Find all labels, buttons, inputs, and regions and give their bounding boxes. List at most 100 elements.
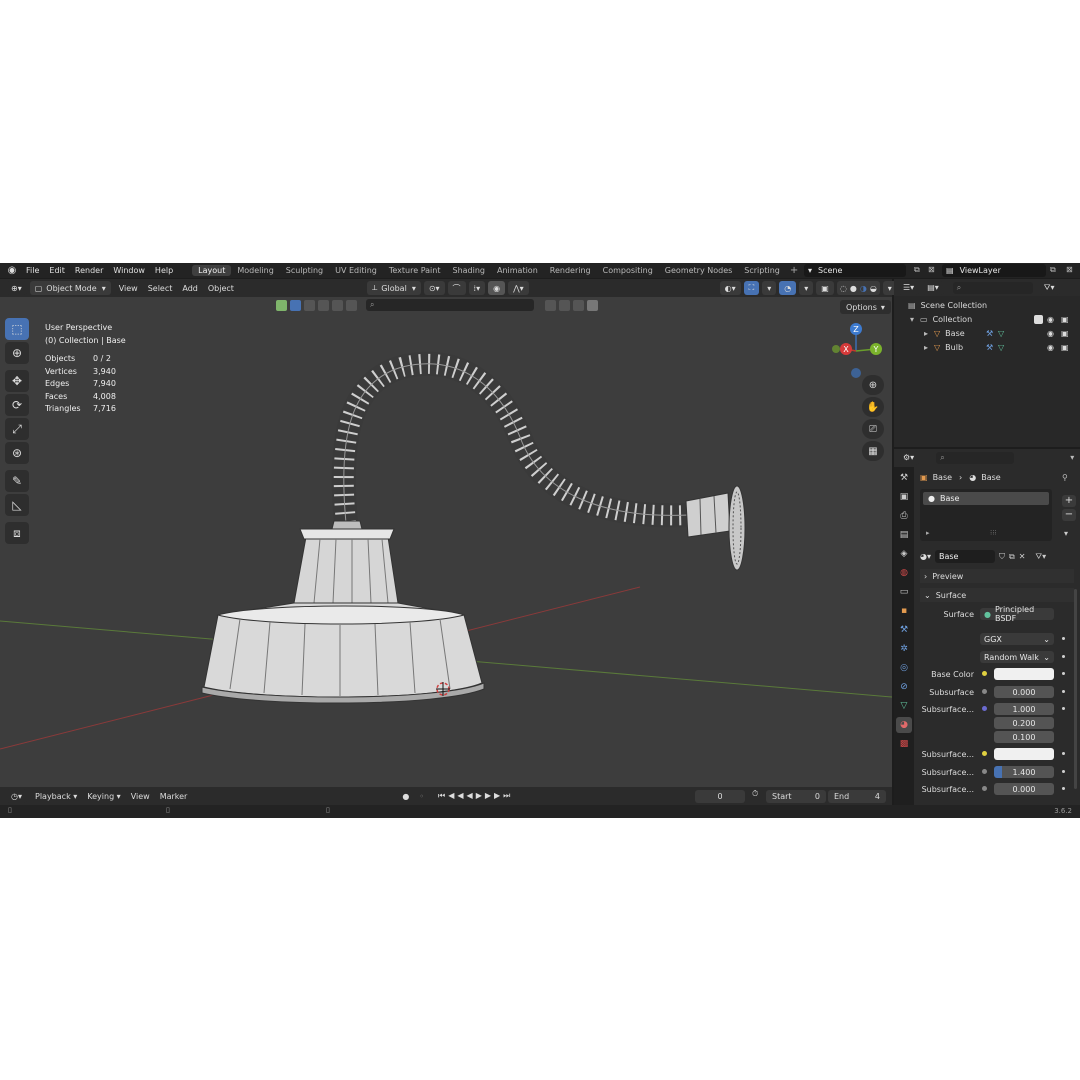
socket-float-icon[interactable]	[982, 689, 987, 694]
sort-icon[interactable]	[573, 299, 584, 311]
zoom-icon[interactable]: ⊕	[862, 375, 884, 395]
menu-edit[interactable]: Edit	[44, 266, 70, 275]
transform-tool-icon[interactable]: ⊛	[5, 442, 29, 464]
menu-playback[interactable]: Playback ▾	[30, 792, 82, 801]
scale-tool-icon[interactable]: ⤢	[5, 418, 29, 440]
stopwatch-icon[interactable]: ⏱	[752, 789, 758, 799]
menu-help[interactable]: Help	[150, 266, 178, 275]
navigation-gizmo[interactable]: Z Y X	[828, 319, 888, 379]
transform-orientation-dropdown[interactable]: ⟂ Global ▾	[366, 281, 421, 295]
mesh-data-icon[interactable]: ▽	[998, 329, 1004, 338]
tab-shading[interactable]: Shading	[446, 265, 491, 276]
base-color-swatch[interactable]	[994, 668, 1054, 680]
viewport-search-input[interactable]: ⌕	[366, 299, 534, 311]
render-tab-icon[interactable]: ▣	[896, 489, 912, 505]
pin-icon[interactable]: ⚲	[1062, 473, 1068, 482]
subsurface-field[interactable]: 0.000	[994, 686, 1054, 698]
menu-file[interactable]: File	[21, 266, 44, 275]
subsurface-radius-y-field[interactable]: 0.200	[994, 717, 1054, 729]
tab-sculpting[interactable]: Sculpting	[280, 265, 329, 276]
select-box-tool-icon[interactable]: ⬚	[5, 318, 29, 340]
record-options-icon[interactable]: ◦	[419, 792, 424, 801]
visibility-dropdown[interactable]: ◐▾	[719, 281, 741, 295]
select-extend-icon[interactable]	[304, 299, 315, 311]
exclude-checkbox[interactable]	[1034, 315, 1043, 324]
options-button[interactable]: Options ▾	[840, 300, 891, 314]
tab-uv-editing[interactable]: UV Editing	[329, 265, 383, 276]
tab-layout[interactable]: Layout	[192, 265, 232, 276]
fake-user-shield-icon[interactable]: ⛉	[999, 552, 1005, 562]
object-tab-icon[interactable]: ▪	[896, 603, 912, 619]
preview-panel-header[interactable]: › Preview	[920, 569, 1074, 583]
annotate-tool-icon[interactable]: ✎	[5, 470, 29, 492]
view-layer-selector[interactable]: ▤ ViewLayer	[942, 264, 1046, 277]
end-frame-field[interactable]: End 4	[828, 789, 886, 803]
surface-shader-selector[interactable]: ● Principled BSDF	[980, 605, 1054, 623]
tab-scripting[interactable]: Scripting	[738, 265, 786, 276]
modifier-wrench-icon[interactable]: ⚒	[986, 343, 993, 352]
scene-selector[interactable]: ▾ Scene	[804, 264, 906, 277]
socket-vector-icon[interactable]	[982, 706, 987, 711]
keyframe-dot[interactable]	[1062, 655, 1065, 658]
tab-texture-paint[interactable]: Texture Paint	[383, 265, 447, 276]
delete-view-layer-icon[interactable]: ⊠	[1066, 265, 1073, 274]
menu-add[interactable]: Add	[177, 284, 203, 293]
keyframe-dot[interactable]	[1062, 672, 1065, 675]
particles-tab-icon[interactable]: ✲	[896, 641, 912, 657]
chevron-right-icon[interactable]: ▸	[924, 329, 928, 338]
add-cube-tool-icon[interactable]: ⧈	[5, 522, 29, 544]
gizmo-toggle[interactable]: ⛶	[743, 281, 760, 295]
select-subtract-icon[interactable]	[318, 299, 329, 311]
menu-timeline-view[interactable]: View	[126, 792, 155, 801]
eye-icon[interactable]: ◉	[1047, 315, 1054, 324]
view-filter-icon[interactable]	[545, 299, 556, 311]
modifier-tab-icon[interactable]: ⚒	[896, 622, 912, 638]
select-box-icon[interactable]	[290, 299, 301, 311]
filter-funnel-icon[interactable]	[587, 299, 598, 311]
duplicate-material-icon[interactable]: ⧉	[1009, 552, 1015, 562]
new-view-layer-icon[interactable]: ⧉	[1050, 265, 1056, 275]
view-layer-tab-icon[interactable]: ▤	[896, 527, 912, 543]
keyframe-dot[interactable]	[1062, 787, 1065, 790]
rendered-shading-icon[interactable]: ◒	[870, 284, 877, 293]
proportional-falloff-dropdown[interactable]: ⋀▾	[508, 281, 529, 295]
socket-color-icon[interactable]	[982, 751, 987, 756]
xray-toggle[interactable]: ▣	[816, 281, 834, 295]
editor-type-icon[interactable]: ⊕▾	[6, 281, 27, 295]
socket-float-icon[interactable]	[982, 769, 987, 774]
outliner-filter-icon[interactable]: ⛛▾	[1038, 280, 1060, 295]
overlay-dropdown[interactable]: ▾	[799, 281, 814, 295]
keyframe-dot[interactable]	[1062, 707, 1065, 710]
material-filter-icon[interactable]: ⛛▾	[1035, 552, 1046, 562]
perspective-grid-icon[interactable]: ▦	[862, 441, 884, 461]
constraints-tab-icon[interactable]: ⊘	[896, 679, 912, 695]
menu-select[interactable]: Select	[143, 284, 178, 293]
wireframe-shading-icon[interactable]: ◌	[840, 284, 847, 293]
subsurface-anisotropy-field[interactable]: 0.000	[994, 783, 1054, 795]
restrict-columns-icon[interactable]	[559, 299, 570, 311]
data-tab-icon[interactable]: ▽	[896, 698, 912, 714]
menu-view[interactable]: View	[114, 284, 143, 293]
subsurface-color-swatch[interactable]	[994, 748, 1054, 760]
collection-tab-icon[interactable]: ▭	[896, 584, 912, 600]
display-mode-icon[interactable]: ▤▾	[922, 280, 944, 295]
start-frame-field[interactable]: Start 0	[766, 789, 826, 803]
solid-shading-icon[interactable]: ●	[850, 284, 857, 293]
add-workspace-icon[interactable]: +	[786, 265, 802, 276]
physics-tab-icon[interactable]: ◎	[896, 660, 912, 676]
record-icon[interactable]: ●	[402, 792, 409, 801]
subsurface-ior-field[interactable]: 1.400	[994, 766, 1054, 778]
outliner-item-bulb[interactable]: ▸ ▽ Bulb ⚒ ▽ ◉ ▣	[894, 341, 1080, 354]
menu-window[interactable]: Window	[108, 266, 150, 275]
tab-animation[interactable]: Animation	[491, 265, 544, 276]
tab-rendering[interactable]: Rendering	[544, 265, 597, 276]
material-slot-item[interactable]: ● Base	[923, 492, 1049, 505]
playback-controls[interactable]: ⏮◀◀◀▶▶▶⏭	[438, 791, 513, 801]
subsurface-radius-z-field[interactable]: 0.100	[994, 731, 1054, 743]
menu-keying[interactable]: Keying ▾	[82, 792, 125, 801]
move-tool-icon[interactable]: ✥	[5, 370, 29, 392]
shading-mode-buttons[interactable]: ◌ ● ◑ ◒	[836, 281, 880, 295]
socket-color-icon[interactable]	[982, 671, 987, 676]
blender-logo-icon[interactable]: ◉	[3, 265, 21, 276]
distribution-dropdown[interactable]: GGX ⌄	[980, 633, 1054, 645]
